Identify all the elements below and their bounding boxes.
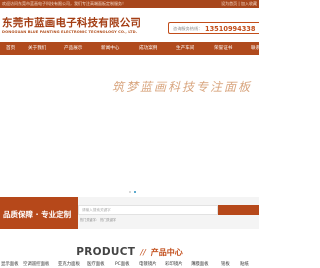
banner-calligraphy-char: 科 — [168, 80, 181, 94]
hotline-label: 咨询服务热线： — [173, 26, 203, 31]
top-strip: 欢迎访问东莞市蓝画电子科技有限公司，我们专注高端面板定制服务！ 设为首页 | 加… — [0, 0, 259, 8]
nav-item-cases[interactable]: 成功案例 — [139, 42, 157, 55]
promo-band: 品质保障 · 专业定制 请输入搜索关键字 热门关键字： 热门关键字 — [0, 197, 259, 229]
product-title-en: PRODUCT — [76, 246, 136, 258]
banner-calligraphy-char: 技 — [182, 80, 195, 94]
banner-calligraphy-char: 专 — [196, 80, 209, 94]
search-placeholder: 请输入搜索关键字 — [82, 208, 111, 212]
category-item[interactable]: 显示面板 — [1, 261, 19, 267]
nav-item-about[interactable]: 关于我们 — [28, 42, 46, 55]
company-english-name: DONGGUAN BLUE PAINTING ELECTRONIC TECHNO… — [2, 30, 138, 34]
banner-calligraphy-char: 筑 — [112, 80, 125, 94]
banner-calligraphy-char: 画 — [154, 80, 167, 94]
welcome-text: 欢迎访问东莞市蓝画电子科技有限公司，我们专注高端面板定制服务！ — [2, 1, 126, 6]
banner-slider[interactable]: 筑 梦 蓝 画 科 技 专 注 面 板 — [0, 55, 259, 197]
search-input[interactable]: 请输入搜索关键字 — [78, 205, 218, 215]
product-title-separator: // — [140, 248, 146, 257]
slider-dot[interactable] — [129, 191, 131, 193]
nav-item-honors[interactable]: 荣誉证书 — [214, 42, 232, 55]
site-header: 东莞市蓝画电子科技有限公司 DONGGUAN BLUE PAINTING ELE… — [0, 8, 259, 42]
top-links[interactable]: 设为首页 | 加入收藏 — [221, 1, 257, 7]
nav-item-workshop[interactable]: 生产车间 — [176, 42, 194, 55]
promo-slogan: 品质保障 · 专业定制 — [3, 210, 72, 219]
product-categories: 显示面板 空调遥控面板 亚克力面板 医疗面板 PC面板 电镀镜片 彩印镜片 薄膜… — [0, 261, 259, 268]
category-item[interactable]: 薄膜面板 — [191, 261, 209, 267]
category-item[interactable]: 亚克力面板 — [58, 261, 80, 267]
nav-item-news[interactable]: 新闻中心 — [101, 42, 119, 55]
promo-slogan-block: 品质保障 · 专业定制 — [0, 197, 78, 229]
product-title-cn: 产品中心 — [150, 248, 183, 257]
search-button[interactable] — [218, 205, 259, 215]
hot-keywords[interactable]: 热门关键字： 热门关键字 — [80, 217, 116, 222]
category-item[interactable]: 贴纸 — [240, 261, 249, 267]
nav-item-home[interactable]: 首页 — [6, 42, 15, 55]
hotline-box: 咨询服务热线： 13510994338 — [168, 22, 259, 34]
product-heading: PRODUCT // 产品中心 — [0, 240, 259, 259]
category-item[interactable]: 铭板 — [221, 261, 230, 267]
company-logo[interactable]: 东莞市蓝画电子科技有限公司 — [2, 15, 141, 30]
category-item[interactable]: PC面板 — [115, 261, 130, 267]
category-item[interactable]: 医疗面板 — [87, 261, 105, 267]
category-item[interactable]: 彩印镜片 — [165, 261, 183, 267]
category-item[interactable]: 空调遥控面板 — [23, 261, 49, 267]
banner-calligraphy-char: 面 — [224, 80, 237, 94]
banner-calligraphy-char: 板 — [238, 80, 251, 94]
nav-item-contact[interactable]: 联系我们 — [251, 42, 269, 55]
banner-calligraphy-char: 注 — [210, 80, 223, 94]
hotline-number: 13510994338 — [205, 24, 256, 33]
main-nav: 首页 关于我们 产品展示 新闻中心 成功案例 生产车间 荣誉证书 联系我们 — [0, 42, 269, 55]
category-item[interactable]: 电镀镜片 — [139, 261, 157, 267]
banner-calligraphy-char: 梦 — [126, 80, 139, 94]
banner-calligraphy-char: 蓝 — [140, 80, 153, 94]
slider-dot-active[interactable] — [134, 191, 136, 193]
nav-item-products[interactable]: 产品展示 — [64, 42, 82, 55]
